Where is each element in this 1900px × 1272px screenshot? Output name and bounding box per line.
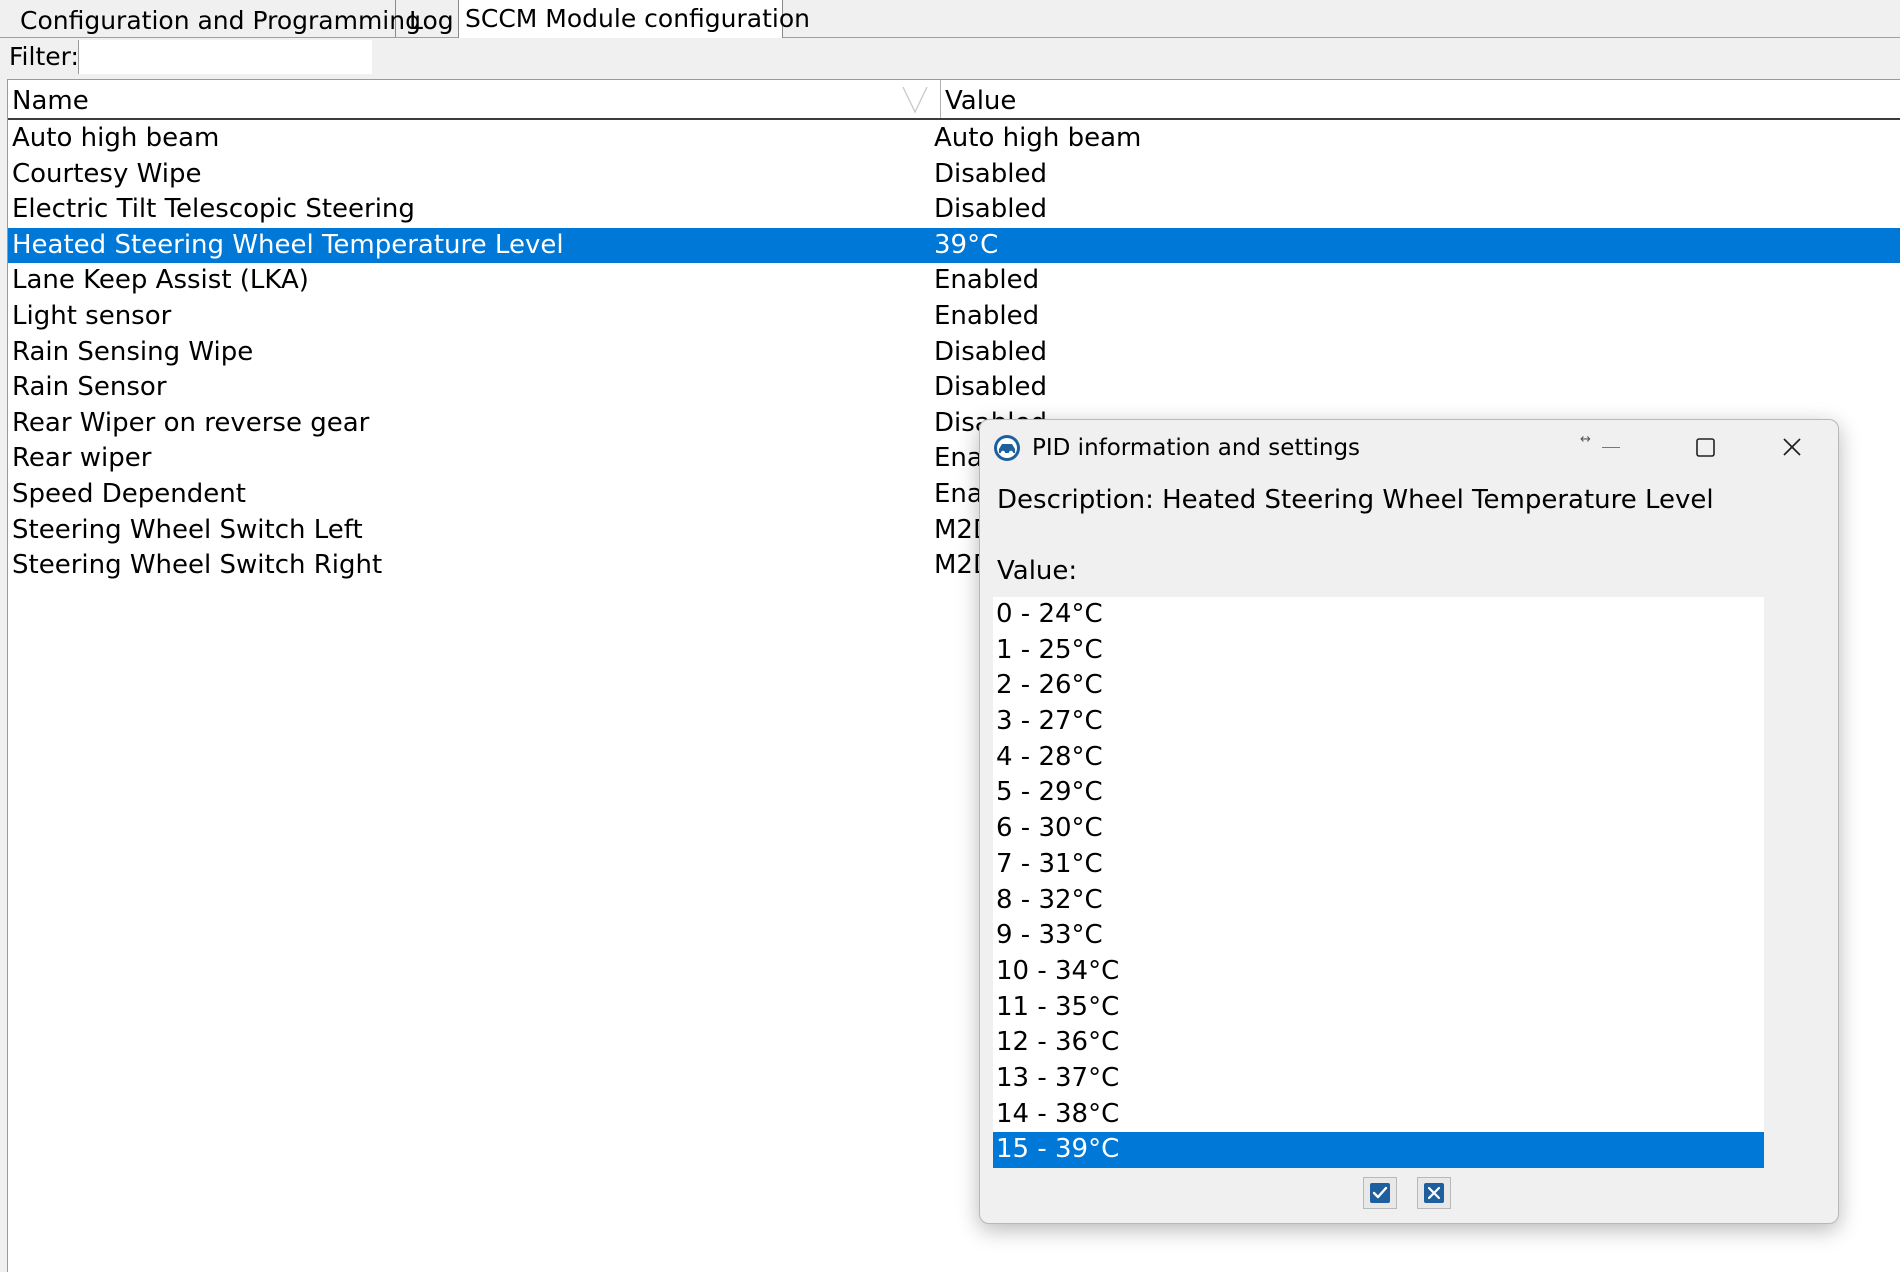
minimize-line-icon[interactable] <box>1602 447 1620 448</box>
maximize-icon <box>1696 438 1715 457</box>
row-name-cell: Rain Sensing Wipe <box>12 336 254 367</box>
table-row[interactable]: Auto high beam Auto high beam <box>8 121 1900 157</box>
row-name-cell: Steering Wheel Switch Right <box>12 550 383 581</box>
list-item[interactable]: 11 - 35°C <box>993 990 1764 1026</box>
sort-triangle-icon[interactable] <box>901 84 929 114</box>
list-item[interactable]: 7 - 31°C <box>993 847 1764 883</box>
table-row[interactable]: Rain Sensor Disabled <box>8 370 1900 406</box>
tab-configuration-and-programming[interactable]: Configuration and Programming <box>8 0 421 37</box>
check-icon <box>1370 1183 1390 1203</box>
list-item[interactable]: 5 - 29°C <box>993 775 1764 811</box>
pid-settings-dialog: PID information and settings ↔ Descripti… <box>979 419 1839 1224</box>
filter-input[interactable] <box>78 40 372 74</box>
dialog-titlebar[interactable]: PID information and settings ↔ <box>980 420 1838 474</box>
column-header-name[interactable]: Name <box>12 80 932 118</box>
table-row[interactable]: Rain Sensing Wipe Disabled <box>8 335 1900 371</box>
row-name-cell: Rear wiper <box>12 443 152 474</box>
tab-sccm-module-configuration[interactable]: SCCM Module configuration <box>458 0 810 38</box>
list-item[interactable]: 8 - 32°C <box>993 883 1764 919</box>
table-row[interactable]: Courtesy Wipe Disabled <box>8 157 1900 193</box>
list-item[interactable]: 12 - 36°C <box>993 1025 1764 1061</box>
row-name-cell: Speed Dependent <box>12 478 246 509</box>
filter-label: Filter: <box>9 42 79 71</box>
row-value-cell: Auto high beam <box>934 123 1142 153</box>
row-name-cell: Light sensor <box>12 300 172 331</box>
row-value-cell: Disabled <box>934 336 1047 367</box>
list-item[interactable]: 10 - 34°C <box>993 954 1764 990</box>
resize-arrows-icon: ↔ <box>1580 432 1591 447</box>
row-name-cell: Heated Steering Wheel Temperature Level <box>12 229 564 260</box>
row-name-cell: Rain Sensor <box>12 372 167 403</box>
value-label: Value: <box>997 556 1078 586</box>
table-row[interactable]: Lane Keep Assist (LKA) Enabled <box>8 263 1900 299</box>
list-item[interactable]: 6 - 30°C <box>993 811 1764 847</box>
row-name-cell: Steering Wheel Switch Left <box>12 514 363 545</box>
row-value-cell: Enabled <box>934 265 1040 296</box>
list-item[interactable]: 9 - 33°C <box>993 918 1764 954</box>
cancel-button[interactable] <box>1417 1177 1451 1209</box>
row-value-cell: Disabled <box>934 372 1047 403</box>
list-item[interactable]: 1 - 25°C <box>993 633 1764 669</box>
list-item[interactable]: 3 - 27°C <box>993 704 1764 740</box>
table-row[interactable]: Light sensor Enabled <box>8 299 1900 335</box>
row-value-cell: Enabled <box>934 300 1040 331</box>
row-name-cell: Courtesy Wipe <box>12 158 202 189</box>
pid-description: Description: Heated Steering Wheel Tempe… <box>997 485 1714 515</box>
list-item[interactable]: 13 - 37°C <box>993 1061 1764 1097</box>
column-header-value[interactable]: Value <box>940 80 1900 118</box>
list-item[interactable]: 0 - 24°C <box>993 597 1764 633</box>
app-icon <box>994 435 1020 461</box>
list-item[interactable]: 2 - 26°C <box>993 668 1764 704</box>
row-name-cell: Auto high beam <box>12 123 220 153</box>
grid-header: Name Value <box>8 80 1900 120</box>
ok-button[interactable] <box>1363 1177 1397 1209</box>
table-row[interactable]: Heated Steering Wheel Temperature Level 3… <box>8 227 1900 264</box>
list-item[interactable]: 15 - 39°C <box>993 1132 1764 1168</box>
maximize-button[interactable] <box>1683 430 1727 464</box>
row-value-cell: 39°C <box>934 229 999 260</box>
row-name-cell: Lane Keep Assist (LKA) <box>12 265 309 296</box>
close-icon <box>1783 438 1801 456</box>
row-value-cell: Disabled <box>934 158 1047 189</box>
table-row[interactable]: Electric Tilt Telescopic Steering Disable… <box>8 192 1900 228</box>
x-icon <box>1424 1183 1444 1203</box>
row-value-cell: Disabled <box>934 194 1047 225</box>
tab-bar: Configuration and Programming Log SCCM M… <box>0 0 1900 38</box>
list-item[interactable]: 14 - 38°C <box>993 1097 1764 1133</box>
list-item[interactable]: 4 - 28°C <box>993 740 1764 776</box>
close-button[interactable] <box>1770 430 1814 464</box>
dialog-title: PID information and settings <box>1032 435 1361 461</box>
row-name-cell: Rear Wiper on reverse gear <box>12 407 370 438</box>
filter-row: Filter: <box>0 38 1900 78</box>
tab-log[interactable]: Log <box>397 0 459 37</box>
value-listbox[interactable]: 0 - 24°C 1 - 25°C 2 - 26°C 3 - 27°C 4 - 28°C… <box>993 597 1764 1168</box>
row-name-cell: Electric Tilt Telescopic Steering <box>12 194 415 225</box>
